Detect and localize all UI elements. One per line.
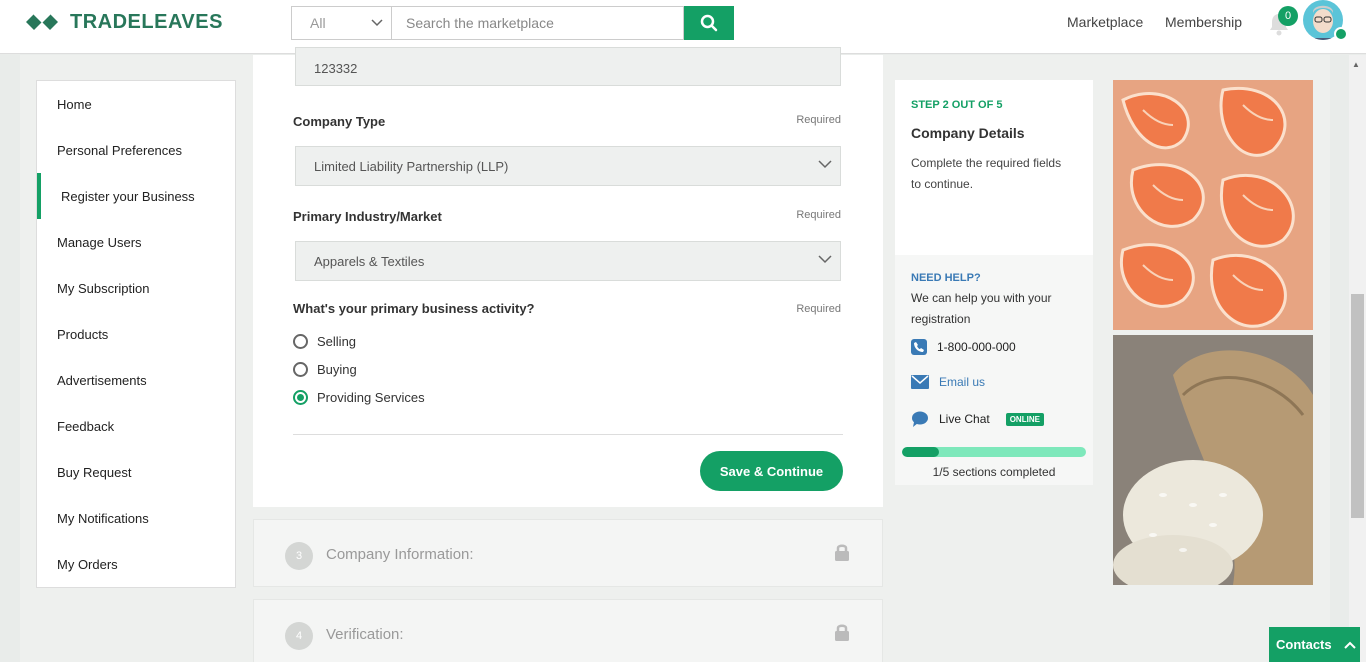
rice-sack-image (1113, 335, 1313, 585)
chat-online-badge: ONLINE (1005, 412, 1044, 426)
section-number: 3 (285, 542, 313, 570)
chevron-down-icon (818, 255, 832, 264)
envelope-icon (911, 375, 929, 389)
search-button[interactable] (684, 6, 734, 40)
activity-option-buying[interactable]: Buying (293, 362, 357, 377)
activity-option-label: Buying (317, 362, 357, 377)
company-type-select[interactable]: Limited Liability Partnership (LLP) (295, 146, 841, 186)
form-divider (293, 434, 843, 435)
sidebar-item-feedback[interactable]: Feedback (57, 419, 114, 434)
active-item-indicator (37, 173, 41, 219)
account-sidebar: Home Personal Preferences Register your … (36, 80, 236, 588)
sidebar-item-home[interactable]: Home (57, 97, 92, 112)
online-status-icon (1334, 27, 1348, 41)
save-continue-button[interactable]: Save & Continue (700, 451, 843, 491)
step-indicator: STEP 2 OUT OF 5 (911, 99, 1003, 111)
shrimp-image (1113, 80, 1313, 330)
sections-progress-text: 1/5 sections completed (932, 465, 1056, 479)
sidebar-item-my-subscription[interactable]: My Subscription (57, 281, 149, 296)
top-field-input[interactable]: 123332 (295, 47, 841, 86)
help-description: We can help you with your registration (911, 291, 1052, 326)
top-field-value: 123332 (314, 61, 358, 76)
brand-name: TRADELEAVES (70, 10, 223, 33)
activity-option-label: Selling (317, 334, 357, 349)
lock-icon (835, 544, 849, 561)
activity-option-providing-services[interactable]: Providing Services (293, 390, 425, 405)
radio-button[interactable] (293, 362, 308, 377)
section-number: 4 (285, 622, 313, 650)
section-title: Company Information: (326, 546, 474, 563)
search-icon (700, 14, 718, 32)
activity-label: What's your primary business activity? (293, 301, 535, 316)
notification-count-badge: 0 (1278, 6, 1298, 26)
scroll-up-arrow-icon[interactable]: ▲ (1352, 60, 1360, 69)
sidebar-item-register-business[interactable]: Register your Business (61, 189, 195, 204)
search-bar: All (291, 6, 734, 40)
company-type-required: Required (796, 114, 841, 126)
help-phone-number: 1-800-000-000 (937, 340, 1016, 354)
search-category-label: All (310, 15, 326, 31)
industry-label: Primary Industry/Market (293, 209, 442, 224)
sidebar-item-manage-users[interactable]: Manage Users (57, 235, 142, 250)
activity-option-label: Providing Services (317, 390, 425, 405)
phone-icon (911, 339, 927, 355)
sidebar-item-advertisements[interactable]: Advertisements (57, 373, 147, 388)
help-live-chat[interactable]: Live Chat ONLINE (911, 410, 1044, 428)
lock-icon (835, 624, 849, 641)
contacts-widget-button[interactable]: Contacts (1269, 627, 1360, 662)
sidebar-item-personal-preferences[interactable]: Personal Preferences (57, 143, 182, 158)
sections-progress-bar (902, 447, 1086, 457)
chat-bubble-icon (912, 411, 928, 427)
radio-button-selected[interactable] (293, 390, 308, 405)
sidebar-item-buy-request[interactable]: Buy Request (57, 465, 131, 480)
brand-logo[interactable]: TRADELEAVES (24, 10, 223, 34)
help-phone[interactable]: 1-800-000-000 (911, 339, 1016, 355)
nav-marketplace-link[interactable]: Marketplace (1067, 14, 1143, 30)
rice-photo-icon (1113, 335, 1313, 585)
section-verification[interactable]: 4 Verification: (253, 599, 883, 662)
section-title: Verification: (326, 626, 404, 643)
sidebar-item-products[interactable]: Products (57, 327, 108, 342)
scrollbar-thumb[interactable] (1351, 294, 1364, 518)
shrimp-photo-icon (1113, 80, 1313, 330)
sections-progress-fill (902, 447, 939, 457)
section-company-information[interactable]: 3 Company Information: (253, 519, 883, 587)
help-card: NEED HELP? We can help you with your reg… (895, 255, 1093, 485)
top-header: TRADELEAVES All Marketplace Membership 0 (0, 0, 1366, 54)
contacts-label: Contacts (1276, 637, 1332, 652)
sidebar-item-my-notifications[interactable]: My Notifications (57, 511, 149, 526)
sidebar-item-my-orders[interactable]: My Orders (57, 557, 118, 572)
help-live-chat-label: Live Chat (939, 412, 990, 426)
step-title: Company Details (911, 125, 1025, 141)
company-details-form: 123332 Company Type Required Limited Lia… (253, 47, 883, 507)
nav-membership-link[interactable]: Membership (1165, 14, 1242, 30)
step-progress-card: STEP 2 OUT OF 5 Company Details Complete… (895, 80, 1093, 255)
step-description: Complete the required fields to continue… (911, 156, 1062, 191)
activity-option-selling[interactable]: Selling (293, 334, 356, 349)
industry-select[interactable]: Apparels & Textiles (295, 241, 841, 281)
help-email-link: Email us (939, 375, 986, 389)
search-input[interactable] (391, 6, 684, 40)
industry-value: Apparels & Textiles (314, 253, 425, 269)
chevron-down-icon (818, 160, 832, 169)
chevron-up-icon (1343, 641, 1356, 649)
search-category-select[interactable]: All (291, 6, 391, 40)
leaf-logo-icon (26, 13, 58, 30)
company-type-label: Company Type (293, 114, 386, 129)
chevron-down-icon (371, 19, 383, 27)
help-email[interactable]: Email us (911, 375, 985, 389)
company-type-value: Limited Liability Partnership (LLP) (314, 158, 509, 174)
radio-button[interactable] (293, 334, 308, 349)
activity-required: Required (796, 303, 841, 315)
help-heading: NEED HELP? (911, 272, 981, 284)
industry-required: Required (796, 209, 841, 221)
